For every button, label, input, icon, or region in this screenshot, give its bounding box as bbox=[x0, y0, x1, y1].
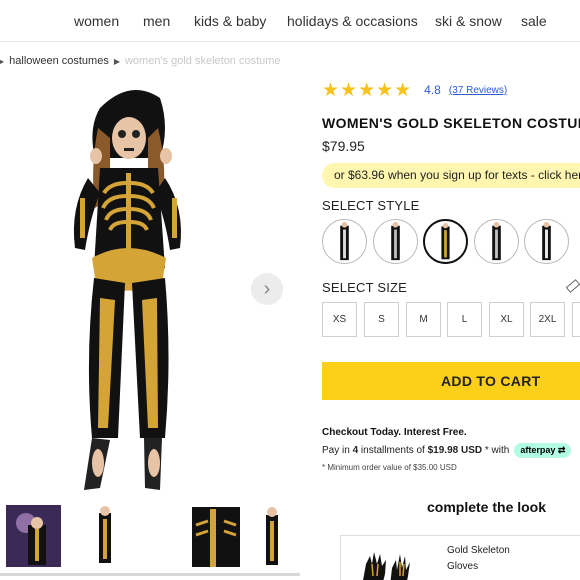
gallery-next-button[interactable]: › bbox=[251, 273, 283, 305]
gloves-image[interactable] bbox=[352, 546, 422, 580]
size-option-3xl[interactable] bbox=[572, 302, 580, 337]
size-option-xs[interactable]: XS bbox=[322, 302, 357, 337]
nav-item-women[interactable]: women bbox=[74, 13, 119, 29]
select-size-label: SELECT SIZE bbox=[322, 280, 408, 295]
style-swatch-5[interactable] bbox=[524, 219, 569, 264]
installment-suffix: * with bbox=[484, 445, 510, 456]
nav-item-sale[interactable]: sale bbox=[521, 13, 547, 29]
size-option-l[interactable]: L bbox=[447, 302, 482, 337]
text-signup-promo[interactable]: or $63.96 when you sign up for texts - c… bbox=[322, 163, 580, 188]
nav-item-men[interactable]: men bbox=[143, 13, 170, 29]
installment-line: Pay in 4 installments of $19.98 USD * wi… bbox=[322, 443, 572, 458]
rating-stars-icon: ★★★★★ bbox=[322, 79, 413, 101]
breadcrumb-arrow-icon: ▶ bbox=[0, 56, 5, 66]
nav-item-holidays-occasions[interactable]: holidays & occasions bbox=[287, 13, 418, 29]
breadcrumb-link-halloween-costumes[interactable]: halloween costumes bbox=[9, 55, 109, 67]
thumbnail-scrollbar[interactable] bbox=[0, 573, 300, 576]
breadcrumb: ▶ halloween costumes ▶ women's gold skeleto… bbox=[0, 55, 281, 67]
reviews-link[interactable]: (37 Reviews) bbox=[449, 85, 507, 96]
thumbnail-2[interactable] bbox=[77, 505, 132, 567]
nav-item-kids-baby[interactable]: kids & baby bbox=[194, 13, 266, 29]
thumbnail-3[interactable] bbox=[188, 505, 243, 567]
installment-prefix: Pay in bbox=[322, 445, 350, 456]
breadcrumb-arrow-icon: ▶ bbox=[113, 56, 120, 66]
select-style-label: SELECT STYLE bbox=[322, 198, 420, 213]
style-swatch-2[interactable] bbox=[373, 219, 418, 264]
style-swatch-3-selected[interactable] bbox=[423, 219, 468, 264]
chevron-right-icon: › bbox=[263, 277, 271, 300]
product-price: $79.95 bbox=[322, 138, 365, 154]
checkout-heading: Checkout Today. Interest Free. bbox=[322, 427, 467, 438]
thumbnail-1[interactable] bbox=[6, 505, 61, 567]
product-title: WOMEN'S GOLD SKELETON COSTUME bbox=[322, 115, 580, 131]
afterpay-badge[interactable]: afterpay ⇄ bbox=[514, 443, 572, 458]
afterpay-label: afterpay bbox=[520, 445, 556, 455]
rating-value: 4.8 bbox=[424, 83, 441, 97]
minimum-order-note: * Minimum order value of $35.00 USD bbox=[322, 463, 457, 472]
breadcrumb-current: women's gold skeleton costume bbox=[124, 55, 281, 68]
size-option-xl[interactable]: XL bbox=[489, 302, 524, 337]
installment-amount: $19.98 USD bbox=[427, 445, 483, 456]
product-rating: ★★★★★ 4.8 (37 Reviews) bbox=[322, 79, 507, 101]
ruler-icon[interactable] bbox=[566, 279, 580, 293]
size-option-2xl[interactable]: 2XL bbox=[530, 302, 565, 337]
top-navigation: women men kids & baby holidays & occasio… bbox=[0, 0, 580, 42]
add-to-cart-button[interactable]: ADD TO CART bbox=[322, 362, 580, 400]
nav-item-ski-snow[interactable]: ski & snow bbox=[435, 13, 502, 29]
installment-middle: installments of bbox=[360, 445, 425, 456]
thumbnail-4[interactable] bbox=[258, 505, 313, 567]
style-swatch-1[interactable] bbox=[322, 219, 367, 264]
size-option-m[interactable]: M bbox=[406, 302, 441, 337]
style-swatch-4[interactable] bbox=[474, 219, 519, 264]
installment-count: 4 bbox=[352, 445, 359, 456]
size-option-s[interactable]: S bbox=[364, 302, 399, 337]
complete-look-item-name[interactable]: Gold Skeleton Gloves bbox=[447, 543, 537, 575]
complete-the-look-heading: complete the look bbox=[427, 499, 547, 515]
